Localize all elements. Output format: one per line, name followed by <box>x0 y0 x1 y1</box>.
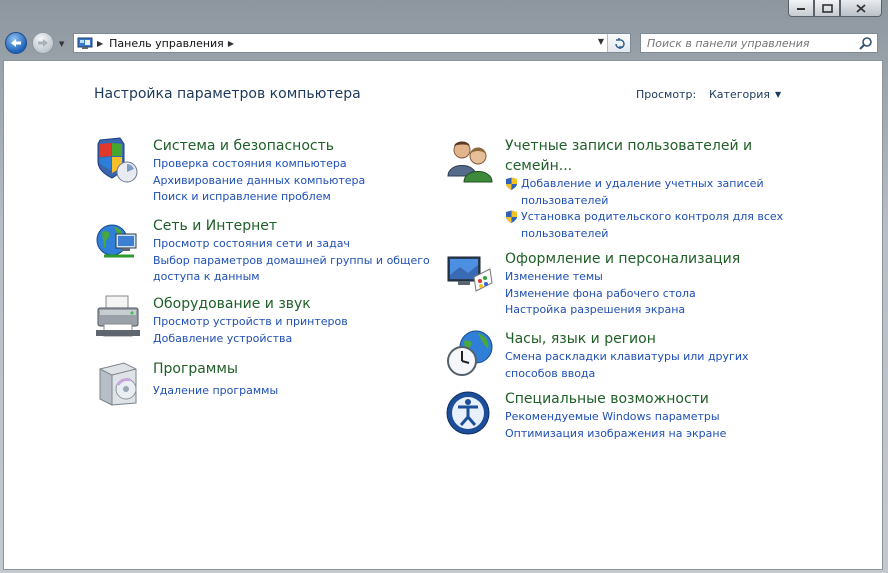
maximize-button[interactable] <box>814 0 840 17</box>
category-text: Программы Удаление программы <box>153 359 278 400</box>
category-text: Учетные записи пользователей и семейн...… <box>505 136 783 242</box>
view-by-label: Просмотр: <box>636 88 697 101</box>
task-link[interactable]: Изменение фона рабочего стола <box>505 286 740 303</box>
category-title[interactable]: Учетные записи пользователей и <box>505 136 783 156</box>
maximize-icon <box>821 3 833 13</box>
category-text: Оформление и персонализация Изменение те… <box>505 249 740 319</box>
link-line[interactable]: пользователей <box>521 194 608 207</box>
category-text: Специальные возможности Рекомендуемые Wi… <box>505 389 726 442</box>
globe-network-icon[interactable] <box>94 216 142 264</box>
task-link-with-shield[interactable]: Добавление и удаление учетных записей пол… <box>505 176 783 209</box>
title-bar <box>0 0 888 30</box>
back-arrow-icon <box>11 39 21 47</box>
view-by-value[interactable]: Категория <box>709 88 770 101</box>
ease-of-access-icon[interactable] <box>446 389 494 437</box>
task-link[interactable]: Выбор параметров домашней группы и общег… <box>153 253 430 270</box>
monitor-palette-icon[interactable] <box>446 249 494 297</box>
task-link[interactable]: Поиск и исправление проблем <box>153 189 365 206</box>
link-line[interactable]: Установка родительского контроля для все… <box>521 210 783 223</box>
breadcrumb-control-panel[interactable]: Панель управления <box>109 37 224 50</box>
shield-windows-icon[interactable] <box>94 136 142 184</box>
close-button[interactable] <box>840 0 882 17</box>
search-input[interactable] <box>641 35 859 51</box>
chevron-down-icon[interactable]: ▼ <box>775 90 781 99</box>
minimize-icon <box>797 8 805 10</box>
task-link[interactable]: Смена раскладки клавиатуры или других <box>505 349 749 366</box>
category-title[interactable]: Специальные возможности <box>505 389 726 409</box>
category-title-continued[interactable]: семейн... <box>505 156 783 176</box>
clock-globe-icon[interactable] <box>446 329 494 377</box>
category-text: Часы, язык и регион Смена раскладки клав… <box>505 329 749 382</box>
forward-arrow-icon <box>38 39 48 47</box>
category-title[interactable]: Оборудование и звук <box>153 294 348 314</box>
task-link[interactable]: Добавление устройства <box>153 331 348 348</box>
category-text: Система и безопасность Проверка состояни… <box>153 136 365 206</box>
search-box[interactable] <box>640 33 878 53</box>
back-button[interactable] <box>5 32 27 54</box>
task-link[interactable]: Рекомендуемые Windows параметры <box>505 409 726 426</box>
address-dropdown-icon[interactable]: ▼ <box>598 37 604 46</box>
minimize-button[interactable] <box>788 0 814 17</box>
task-link[interactable]: Архивирование данных компьютера <box>153 173 365 190</box>
breadcrumb-chevron-icon[interactable]: ▶ <box>228 39 234 48</box>
task-link[interactable]: Удаление программы <box>153 383 278 400</box>
view-by-dropdown[interactable]: Категория ▼ <box>709 88 781 101</box>
control-panel-icon <box>77 36 93 50</box>
window-controls <box>788 0 882 17</box>
task-link[interactable]: Проверка состояния компьютера <box>153 156 365 173</box>
navigation-bar: ▼ ▶ Панель управления ▶ ▼ <box>0 30 888 58</box>
close-icon <box>856 3 866 13</box>
category-title[interactable]: Часы, язык и регион <box>505 329 749 349</box>
search-icon[interactable] <box>859 36 873 50</box>
link-line[interactable]: пользователей <box>521 227 608 240</box>
task-link[interactable]: Просмотр устройств и принтеров <box>153 314 348 331</box>
task-link[interactable]: Просмотр состояния сети и задач <box>153 236 430 253</box>
printer-icon[interactable] <box>94 294 142 342</box>
task-link-text[interactable]: Установка родительского контроля для все… <box>521 209 783 242</box>
link-line[interactable]: Добавление и удаление учетных записей <box>521 177 764 190</box>
breadcrumb-separator-icon[interactable]: ▶ <box>97 39 103 48</box>
refresh-button[interactable] <box>607 34 630 52</box>
task-link[interactable]: способов ввода <box>505 366 749 383</box>
main-content: Настройка параметров компьютера Просмотр… <box>3 60 883 570</box>
programs-box-icon[interactable] <box>94 359 142 407</box>
task-link[interactable]: Изменение темы <box>505 269 740 286</box>
recent-pages-dropdown[interactable]: ▼ <box>59 40 64 48</box>
address-bar[interactable]: ▶ Панель управления ▶ ▼ <box>73 33 631 53</box>
task-link[interactable]: Настройка разрешения экрана <box>505 302 740 319</box>
category-title[interactable]: Оформление и персонализация <box>505 249 740 269</box>
page-title: Настройка параметров компьютера <box>94 86 361 102</box>
forward-button[interactable] <box>32 32 54 54</box>
users-icon[interactable] <box>446 136 494 184</box>
refresh-icon <box>614 37 625 49</box>
uac-shield-icon <box>506 177 517 190</box>
uac-shield-icon <box>506 210 517 223</box>
category-title[interactable]: Система и безопасность <box>153 136 365 156</box>
category-text: Оборудование и звук Просмотр устройств и… <box>153 294 348 347</box>
category-title[interactable]: Программы <box>153 359 278 379</box>
task-link-with-shield[interactable]: Установка родительского контроля для все… <box>505 209 783 242</box>
task-link-text[interactable]: Добавление и удаление учетных записей пол… <box>521 176 764 209</box>
task-link[interactable]: Оптимизация изображения на экране <box>505 426 726 443</box>
task-link[interactable]: доступа к данным <box>153 269 430 286</box>
category-text: Сеть и Интернет Просмотр состояния сети … <box>153 216 430 286</box>
category-title[interactable]: Сеть и Интернет <box>153 216 430 236</box>
